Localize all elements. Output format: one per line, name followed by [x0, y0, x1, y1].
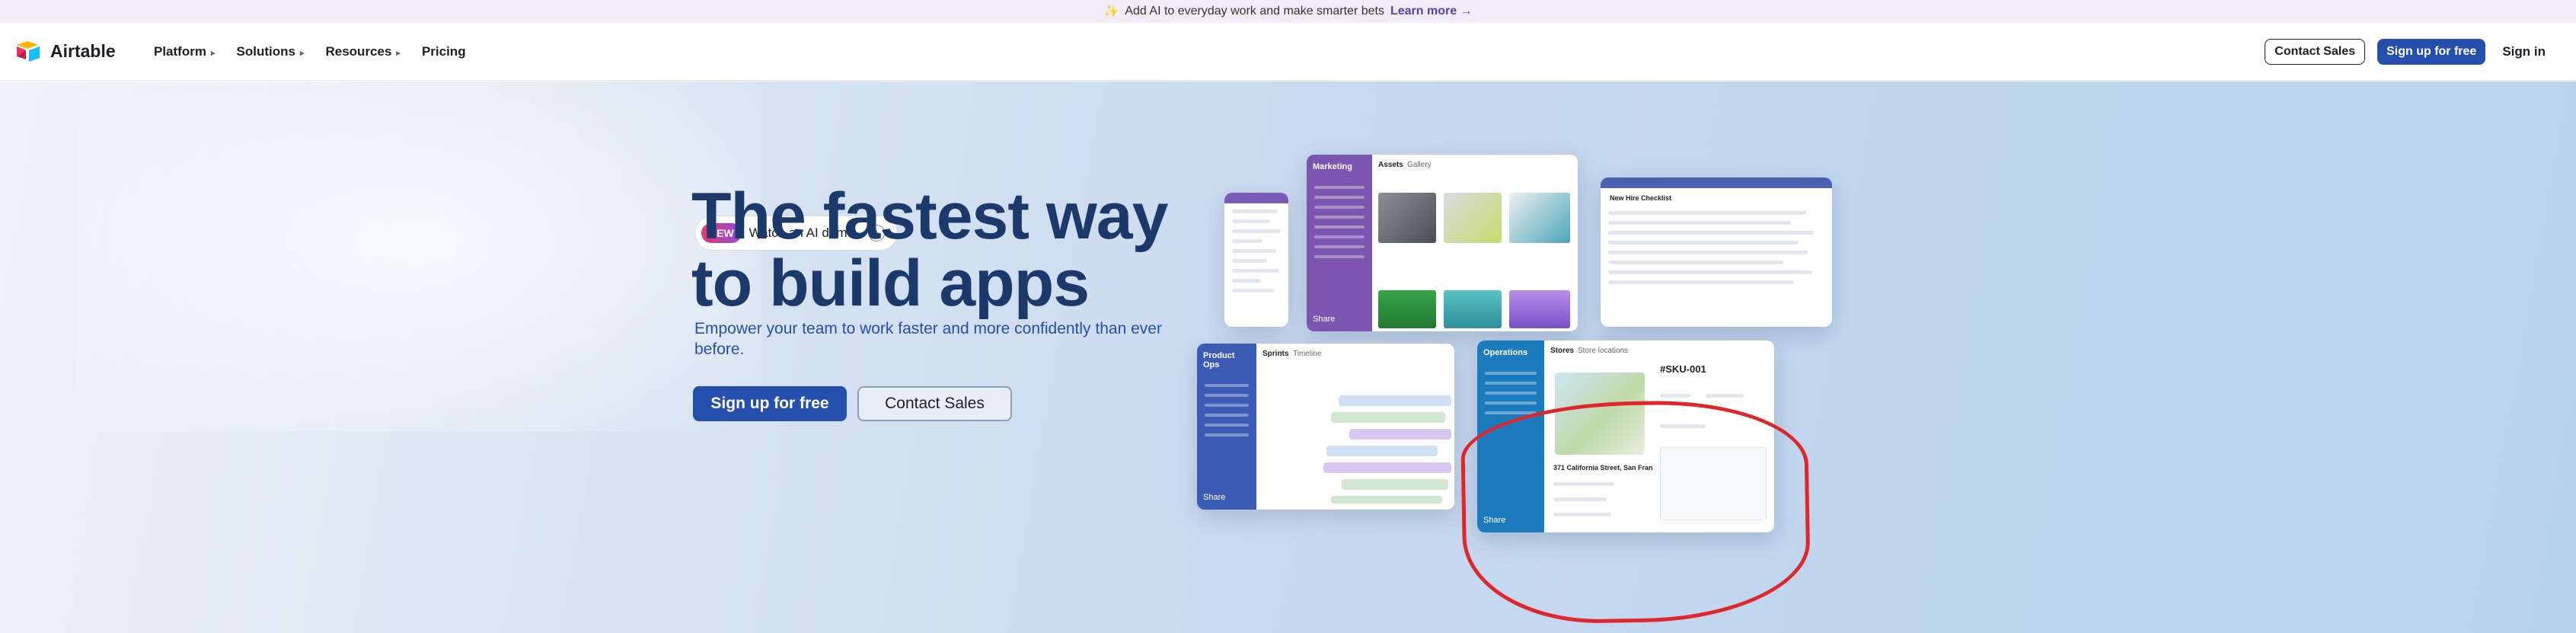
sparkle-icon: ✨	[1103, 5, 1119, 18]
airtable-logo-icon	[17, 41, 40, 62]
hero-contact-sales-button[interactable]: Contact Sales	[857, 386, 1012, 421]
signup-button[interactable]: Sign up for free	[2377, 39, 2486, 65]
contact-sales-button[interactable]: Contact Sales	[2265, 39, 2366, 65]
record-attachment-area[interactable]	[1660, 447, 1767, 520]
gallery-image	[1509, 290, 1570, 328]
gallery-image	[1378, 193, 1436, 243]
operations-app-name: Operations	[1483, 348, 1528, 357]
gallery-image	[1444, 193, 1502, 243]
operations-preview-card: Operations Share Stores Store locations …	[1477, 340, 1774, 532]
marketing-app-name: Marketing	[1313, 162, 1352, 171]
hero-title-line-2: to build apps	[691, 247, 1090, 320]
top-nav: Airtable Platform ▸ Solutions ▸ Resources ▸…	[0, 23, 2576, 81]
marketing-tab-assets[interactable]: Assets	[1378, 161, 1403, 169]
marketing-preview-card: Marketing Share Assets Gallery	[1307, 155, 1578, 331]
marketing-sidebar: Marketing Share	[1307, 155, 1372, 331]
brand-name: Airtable	[50, 40, 116, 61]
hero-title-line-1: The fastest way	[691, 180, 1168, 253]
nav-solutions-label: Solutions	[236, 44, 295, 59]
airtable-logo[interactable]: Airtable	[15, 40, 116, 62]
product-tab-sprints[interactable]: Sprints	[1262, 350, 1288, 358]
announcement-banner: ✨ Add AI to everyday work and make smart…	[0, 0, 2576, 23]
signin-link[interactable]: Sign in	[2502, 44, 2546, 59]
store-map	[1555, 372, 1645, 455]
checklist-header	[1601, 177, 1832, 188]
chevron-right-icon: ▸	[396, 49, 401, 58]
banner-text: Add AI to everyday work and make smarter…	[1125, 5, 1384, 18]
product-tab-timeline[interactable]: Timeline	[1293, 350, 1321, 358]
gallery-image	[1509, 193, 1570, 243]
checklist-title: New Hire Checklist	[1610, 194, 1672, 202]
nav-platform[interactable]: Platform ▸	[154, 44, 215, 59]
operations-tab-locations[interactable]: Store locations	[1578, 347, 1628, 355]
nav-pricing[interactable]: Pricing	[422, 44, 466, 59]
chevron-right-icon: ▸	[210, 49, 215, 58]
marketing-share[interactable]: Share	[1307, 307, 1341, 331]
hero-title: The fastest way to build apps	[691, 183, 1240, 317]
nav-actions: Contact Sales Sign up for free Sign in	[2265, 23, 2546, 81]
gallery-image	[1378, 290, 1436, 328]
product-ops-share[interactable]: Share	[1197, 485, 1231, 510]
primary-nav: Platform ▸ Solutions ▸ Resources ▸ Pricing	[154, 23, 466, 81]
gallery-image	[1444, 290, 1502, 328]
hero-section: Marketing Share Assets Gallery New Hire …	[0, 82, 2576, 633]
nav-platform-label: Platform	[154, 44, 206, 59]
nav-resources[interactable]: Resources ▸	[325, 44, 400, 59]
chevron-right-icon: ▸	[299, 49, 305, 58]
checklist-preview-card: New Hire Checklist	[1601, 177, 1832, 327]
hero-signup-button[interactable]: Sign up for free	[693, 386, 847, 421]
nav-solutions[interactable]: Solutions ▸	[237, 44, 305, 59]
record-id: #SKU-001	[1660, 363, 1706, 375]
store-address: 371 California Street, San Franc	[1553, 464, 1652, 472]
nav-resources-label: Resources	[325, 44, 392, 59]
operations-tab-stores[interactable]: Stores	[1550, 347, 1574, 355]
marketing-tab-gallery[interactable]: Gallery	[1407, 161, 1432, 169]
product-ops-app-name: Product Ops	[1203, 351, 1235, 369]
product-ops-sidebar: Product Ops Share	[1197, 344, 1256, 510]
operations-share[interactable]: Share	[1477, 508, 1511, 532]
operations-sidebar: Operations Share	[1477, 340, 1544, 532]
hero-subtitle: Empower your team to work faster and mor…	[694, 320, 1162, 358]
product-ops-preview-card: Product Ops Share Sprints Timeline	[1197, 344, 1454, 510]
learn-more-link[interactable]: Learn more →	[1390, 5, 1473, 18]
